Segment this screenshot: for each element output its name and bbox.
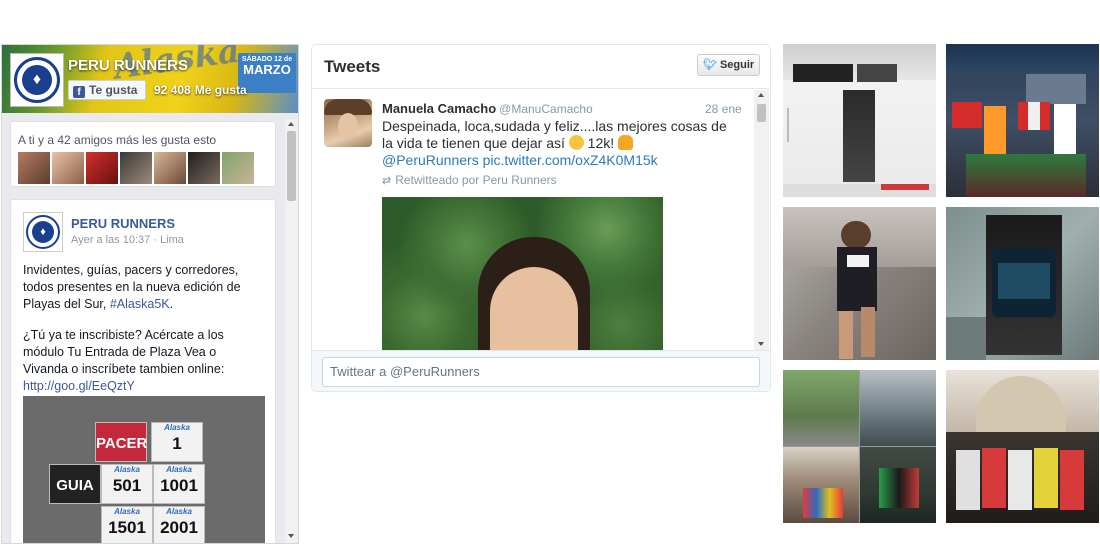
- friend-avatar[interactable]: [120, 152, 152, 184]
- flex-emoji-icon: [618, 135, 634, 150]
- post-photo[interactable]: PACER Alaska 1 GUIA Alaska 501 Alaska 1001 …: [23, 396, 265, 543]
- instagram-photo[interactable]: [783, 370, 936, 523]
- friend-avatar[interactable]: [222, 152, 254, 184]
- twitter-timeline-widget: Tweets 🐦︎ Seguir Manuela Camacho @ManuCama…: [311, 44, 771, 392]
- like-button-label: Te gusta: [89, 83, 138, 97]
- facebook-f-icon: f: [73, 86, 85, 98]
- bib-1501: Alaska 1501: [101, 506, 153, 543]
- instagram-photo[interactable]: [783, 44, 936, 197]
- like-button[interactable]: f Te gusta: [68, 80, 146, 100]
- tweet-author-avatar[interactable]: [324, 99, 372, 147]
- twitter-scrollbar[interactable]: [754, 90, 769, 350]
- friend-avatar[interactable]: [188, 152, 220, 184]
- post-timestamp[interactable]: Ayer a las 10:37 · Lima: [71, 234, 184, 246]
- post-paragraph-2: ¿Tú ya te inscribiste? Acércate a los mó…: [23, 328, 225, 376]
- retweet-icon: ⇄: [382, 175, 392, 187]
- cover-photo[interactable]: Alaska SÁBADO 12 de MARZO ♦ PERU RUNNERS…: [2, 45, 298, 113]
- instagram-photo[interactable]: [946, 44, 1099, 197]
- follow-button-label: Seguir: [719, 59, 755, 71]
- like-count: 92 408 Me gusta: [154, 83, 247, 97]
- tweet-pic-link[interactable]: pic.twitter.com/oxZ4K0M15k: [479, 152, 658, 168]
- post-text: Invidentes, guías, pacers y corredores, …: [23, 262, 263, 409]
- tweet-date[interactable]: 28 ene: [705, 102, 742, 116]
- page-timeline[interactable]: A ti y a 42 amigos más les gusta esto ♦ …: [2, 113, 298, 543]
- tweet-text: Despeinada, loca,sudada y feliz....las m…: [382, 118, 737, 169]
- scroll-down-arrow-icon[interactable]: [758, 342, 764, 346]
- tweet-text-body: Despeinada, loca,sudada y feliz....las m…: [382, 118, 727, 151]
- tweet-stream[interactable]: Manuela Camacho @ManuCamacho 28 ene Despe…: [312, 90, 770, 350]
- timeline-post: ♦ PERU RUNNERS Ayer a las 10:37 · Lima I…: [10, 199, 276, 543]
- tweet-author-name[interactable]: Manuela Camacho: [382, 101, 496, 116]
- page-avatar[interactable]: ♦: [10, 53, 64, 107]
- tweet-author[interactable]: Manuela Camacho @ManuCamacho: [382, 101, 593, 116]
- instagram-photo[interactable]: [946, 370, 1099, 523]
- scroll-down-arrow-icon[interactable]: [288, 534, 294, 538]
- post-author-avatar[interactable]: ♦: [23, 212, 63, 252]
- bib-1001: Alaska 1001: [153, 464, 205, 504]
- friend-avatar[interactable]: [52, 152, 84, 184]
- twitter-header: Tweets 🐦︎ Seguir: [312, 45, 770, 89]
- post-url-link[interactable]: http://goo.gl/EeQztY: [23, 379, 135, 393]
- follow-button[interactable]: 🐦︎ Seguir: [697, 54, 760, 76]
- scroll-thumb[interactable]: [287, 131, 296, 201]
- bib-1: Alaska 1: [151, 422, 203, 462]
- scroll-thumb[interactable]: [757, 104, 766, 122]
- bib-501: Alaska 501: [101, 464, 153, 504]
- tweets-title: Tweets: [324, 57, 381, 76]
- bib-2001: Alaska 2001: [153, 506, 205, 543]
- friends-like-text: A ti y a 42 amigos más les gusta esto: [18, 133, 217, 147]
- post-paragraph-1-end: .: [169, 297, 174, 311]
- retweet-context: ⇄ Retwitteado por Peru Runners: [382, 173, 557, 187]
- bib-guia: GUIA: [49, 464, 101, 504]
- friends-like-box: A ti y a 42 amigos más les gusta esto: [10, 121, 276, 187]
- like-count-suffix: Me gusta: [194, 83, 247, 97]
- tweet-author-handle[interactable]: @ManuCamacho: [499, 102, 593, 116]
- page-name-link[interactable]: PERU RUNNERS: [68, 57, 188, 74]
- like-count-number: 92 408: [154, 83, 191, 97]
- friend-avatar[interactable]: [154, 152, 186, 184]
- tweet-box-footer: Twittear a @PeruRunners: [312, 350, 770, 391]
- twitter-bird-icon: 🐦︎: [703, 59, 717, 71]
- scroll-up-arrow-icon[interactable]: [288, 122, 294, 126]
- instagram-photo[interactable]: [783, 207, 936, 360]
- club-logo: ♦: [14, 57, 60, 103]
- post-hashtag-link[interactable]: #Alaska5K: [110, 297, 170, 311]
- scroll-up-arrow-icon[interactable]: [758, 93, 764, 97]
- tweet-photo[interactable]: [382, 197, 663, 350]
- post-author-name[interactable]: PERU RUNNERS: [71, 216, 175, 231]
- instagram-photo[interactable]: [946, 207, 1099, 360]
- tweet-text-tail: 12k!: [583, 135, 619, 151]
- retweeted-by-text[interactable]: Retwitteado por Peru Runners: [395, 173, 556, 187]
- event-month: MARZO: [243, 62, 291, 77]
- bib-pacer: PACER: [95, 422, 147, 462]
- friend-avatar[interactable]: [86, 152, 118, 184]
- friend-avatar[interactable]: [18, 152, 50, 184]
- tweet-compose-input[interactable]: Twittear a @PeruRunners: [322, 357, 760, 387]
- facebook-page-plugin: Alaska SÁBADO 12 de MARZO ♦ PERU RUNNERS…: [1, 44, 299, 544]
- wink-emoji-icon: [568, 135, 584, 150]
- facebook-scrollbar[interactable]: [285, 119, 298, 543]
- tweet-mention-link[interactable]: @PeruRunners: [382, 152, 479, 168]
